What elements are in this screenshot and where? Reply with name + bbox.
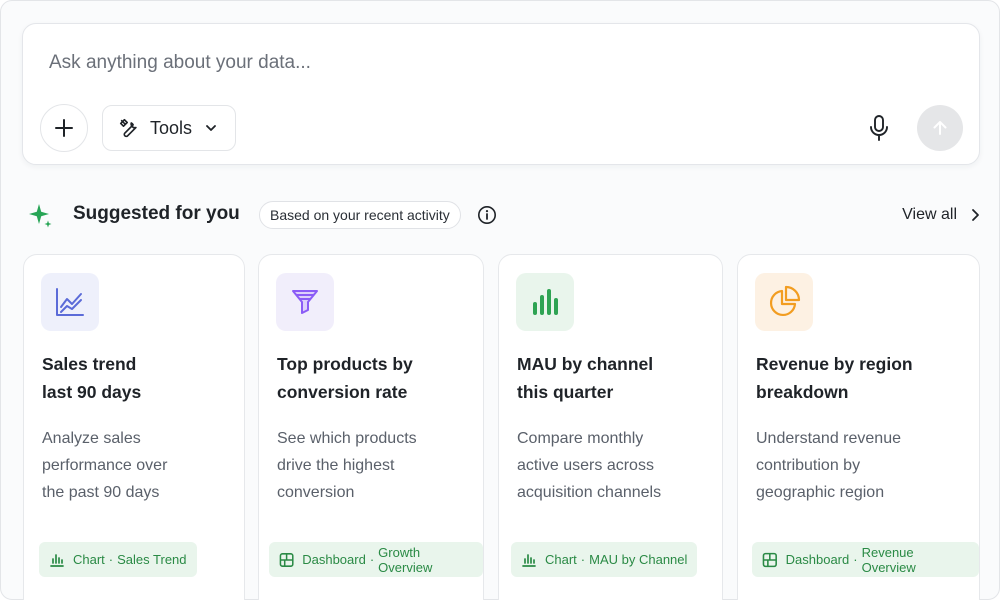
activity-badge: Based on your recent activity — [259, 201, 461, 229]
dashboard-icon — [762, 552, 777, 567]
chevron-right-icon — [972, 209, 979, 221]
microphone-button[interactable] — [865, 111, 893, 145]
sparkle-icon — [29, 204, 52, 228]
card-icon-container — [276, 273, 334, 331]
ask-input[interactable] — [49, 48, 929, 78]
card-icon-container — [516, 273, 574, 331]
view-all-link[interactable]: View all — [902, 203, 981, 227]
dashboard-icon — [279, 552, 294, 567]
view-all-label: View all — [902, 206, 957, 223]
card-title: Revenue by region breakdown — [756, 354, 913, 402]
microphone-icon — [870, 115, 888, 141]
suggestion-card-sales-trend[interactable]: Sales trend last 90 days Analyze sales per… — [23, 254, 245, 600]
bar-chart-icon — [50, 553, 64, 567]
card-icon-container — [755, 273, 813, 331]
send-button[interactable] — [917, 105, 963, 151]
plus-icon — [55, 119, 73, 137]
tools-icon — [119, 118, 137, 138]
tools-button[interactable]: Tools — [102, 105, 236, 151]
add-button[interactable] — [40, 104, 88, 152]
suggested-header: Suggested for you Based on your recent a… — [27, 199, 981, 231]
suggestion-card-revenue-region[interactable]: Revenue by region breakdown Understand re… — [737, 254, 980, 600]
card-tag[interactable]: Chart · Sales Trend — [39, 542, 197, 577]
card-tag[interactable]: Chart · MAU by Channel — [511, 542, 698, 577]
card-icon-container — [41, 273, 99, 331]
card-title: MAU by channel this quarter — [517, 354, 654, 402]
pie-chart-icon — [769, 285, 801, 317]
chevron-down-icon — [206, 125, 216, 131]
suggested-title: Suggested for you — [73, 203, 240, 224]
app-frame: Tools Suggested for you Based on your re… — [0, 0, 1000, 600]
card-description: Analyze sales performance over the past 90… — [42, 430, 168, 501]
suggestion-card-top-products[interactable]: Top products by conversion rate See which… — [258, 254, 484, 600]
line-chart-icon — [56, 288, 84, 316]
card-description: See which products drive the highest conve… — [277, 430, 417, 501]
card-description: Compare monthly active users across acquis… — [517, 430, 662, 501]
bar-chart-icon — [522, 553, 536, 567]
card-description: Understand revenue contribution by geograp… — [756, 430, 901, 501]
card-tag[interactable]: Dashboard · Growth Overview — [269, 542, 483, 577]
funnel-icon — [292, 290, 318, 314]
ask-box: Tools — [22, 23, 980, 165]
card-title: Sales trend last 90 days — [42, 354, 142, 402]
card-title: Top products by conversion rate — [277, 354, 413, 402]
tools-label: Tools — [150, 117, 193, 138]
suggestion-card-mau-channel[interactable]: MAU by channel this quarter Compare month… — [498, 254, 723, 600]
arrow-up-icon — [933, 121, 947, 135]
info-icon[interactable] — [477, 205, 497, 225]
bar-chart-icon — [533, 289, 558, 315]
card-tag[interactable]: Dashboard · Revenue Overview — [752, 542, 979, 577]
